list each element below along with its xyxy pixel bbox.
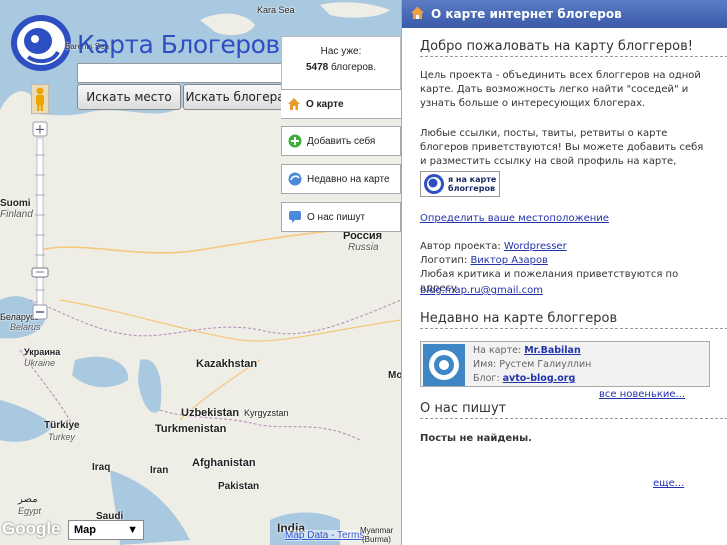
map-label-iraq: Iraq [92,462,111,473]
search-input[interactable] [77,63,289,83]
svg-text:+: + [35,123,46,138]
speech-bubble-icon [288,210,302,224]
recent-map-label: На карте: [473,345,522,356]
menu-add-self[interactable]: Добавить себя [281,126,401,156]
google-logo: Google [2,519,61,538]
recent-blog-link[interactable]: avto-blog.org [503,373,576,384]
badge-line-2: блоггеров [448,184,496,193]
logo-author-link[interactable]: Виктор Азаров [470,255,548,266]
map-badge[interactable]: я на карте блоггеров [420,171,500,197]
menu-recent-label: Недавно на карте [307,173,390,185]
avatar [423,344,465,386]
welcome-title: Добро пожаловать на карту блоггеров! [420,39,727,57]
map-label-mo: Mo [388,370,401,381]
counter-suffix: блогеров. [331,62,377,73]
email-link[interactable]: blog.map.ru@gmail.com [420,285,543,296]
logo-text: Карта Блогеров [77,30,280,59]
recent-blog-label: Блог: [473,373,500,384]
map-label-pakistan: Pakistan [218,481,260,492]
map-label-ukraina: Украина [24,347,61,357]
sidebar-header-title: О карте интернет блогеров [431,7,622,21]
zoom-slider[interactable]: + [27,120,53,325]
map-type-value: Map [74,524,96,536]
sidebar: О карте интернет блогеров Добро пожалова… [401,0,727,545]
map-label-egypt: Egypt [18,506,42,516]
map-label-russia: Russia [348,242,379,253]
map-label-turkmenistan: Turkmenistan [155,423,227,435]
counter-prefix: Нас уже: [320,46,362,57]
recent-name-value: Рустем Галиуллин [499,359,592,370]
sidebar-header: О карте интернет блогеров [402,0,727,28]
map-label-ukraine: Ukraine [24,358,56,368]
intro-text: Цель проекта - объединить всех блоггеров… [420,70,701,109]
author-link[interactable]: Wordpresser [504,241,567,252]
map-type-select[interactable]: Map ▼ [68,520,144,540]
plus-icon [288,134,302,148]
map-label-suomi: Suomi [0,198,31,209]
map-label-turkey: Turkey [48,432,75,442]
home-icon [410,5,425,23]
street-view-pegman-icon[interactable] [31,84,49,114]
map-label-myanmar: Myanmar [360,526,394,535]
locate-link[interactable]: Определить ваше местоположение [420,213,609,224]
map-label-afghanistan: Afghanistan [192,457,256,469]
map[interactable]: Kara Sea Suomi Finland Россия Russia Бел… [0,0,401,545]
recent-blogger-card[interactable]: На карте: Mr.Babilan Имя: Рустем Галиулл… [420,341,710,387]
map-label-burma: (Burma) [362,535,391,544]
menu-about[interactable]: О карте [281,89,401,119]
press-title: О нас пишут [420,401,727,419]
map-data-link[interactable]: Map Data - Terms [285,530,365,541]
blogger-counter: Нас уже: 5478 блогеров. [281,36,401,91]
all-new-link[interactable]: все новенькие... [599,389,685,400]
search-blogger-button[interactable]: Искать блогера [183,84,287,110]
map-label-kazakhstan: Kazakhstan [196,358,258,370]
recent-icon [288,172,302,186]
menu-about-label: О карте [306,98,344,110]
menu-recent[interactable]: Недавно на карте [281,164,401,194]
app-logo-icon [424,174,444,194]
counter-value: 5478 [305,62,329,73]
home-icon [287,97,301,111]
menu-press-label: О нас пишут [307,211,366,223]
map-label-kara-sea: Kara Sea [257,5,295,15]
map-label-iran: Iran [150,465,169,476]
logo-label: Логотип: [420,255,468,266]
menu-add-self-label: Добавить себя [307,135,376,147]
map-label-egypt-ar: مصر [18,494,38,505]
map-label-turkiye: Türkiye [44,420,80,431]
recent-title: Недавно на карте блоггеров [420,311,727,329]
recent-name-label: Имя: [473,359,497,370]
chevron-down-icon: ▼ [127,524,138,536]
map-label-kyrgyzstan: Kyrgyzstan [244,408,289,418]
author-label: Автор проекта: [420,241,501,252]
recent-map-link[interactable]: Mr.Babilan [524,345,581,356]
no-posts-text: Посты не найдены. [420,433,532,444]
more-link[interactable]: еще... [653,478,684,489]
badge-line-1: я на карте [448,175,497,184]
menu-press[interactable]: О нас пишут [281,202,401,232]
search-place-button[interactable]: Искать место [77,84,181,110]
map-label-uzbekistan: Uzbekistan [181,407,240,419]
